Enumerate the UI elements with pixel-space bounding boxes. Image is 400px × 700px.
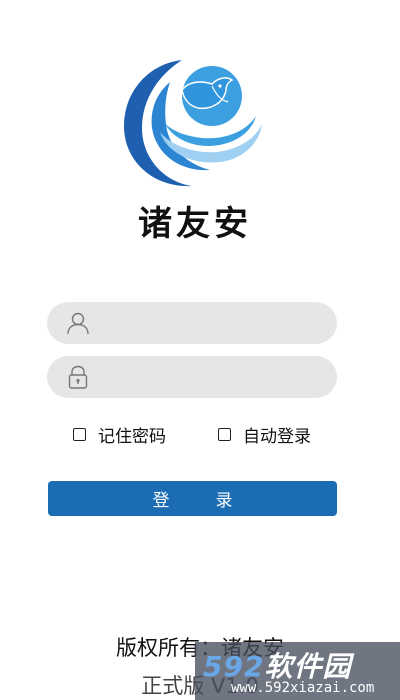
username-field[interactable] [47, 301, 337, 345]
remember-password-option[interactable]: 记住密码 [73, 422, 166, 447]
app-logo [124, 60, 262, 187]
remember-password-checkbox[interactable] [73, 428, 86, 441]
auto-login-option[interactable]: 自动登录 [218, 422, 311, 447]
watermark-url: www.592xiazai.com [231, 680, 375, 696]
login-button[interactable]: 登录 [48, 481, 337, 516]
site-watermark: 592软件园 www.592xiazai.com [195, 642, 400, 700]
password-field[interactable] [47, 355, 337, 399]
password-input[interactable] [91, 355, 337, 399]
login-screen: 诸友安 记住密码 自动登录 登录 版权所有：诸友安 正式版 V1.0 592软件… [0, 0, 400, 700]
app-name: 诸友安 [138, 204, 252, 244]
auto-login-label: 自动登录 [243, 427, 311, 447]
lock-icon [68, 365, 88, 389]
user-icon [67, 312, 89, 335]
remember-password-label: 记住密码 [98, 427, 166, 447]
watermark-brand: 软件园 [264, 650, 352, 683]
username-input[interactable] [91, 301, 337, 345]
watermark-number: 592 [203, 650, 265, 683]
auto-login-checkbox[interactable] [218, 428, 231, 441]
